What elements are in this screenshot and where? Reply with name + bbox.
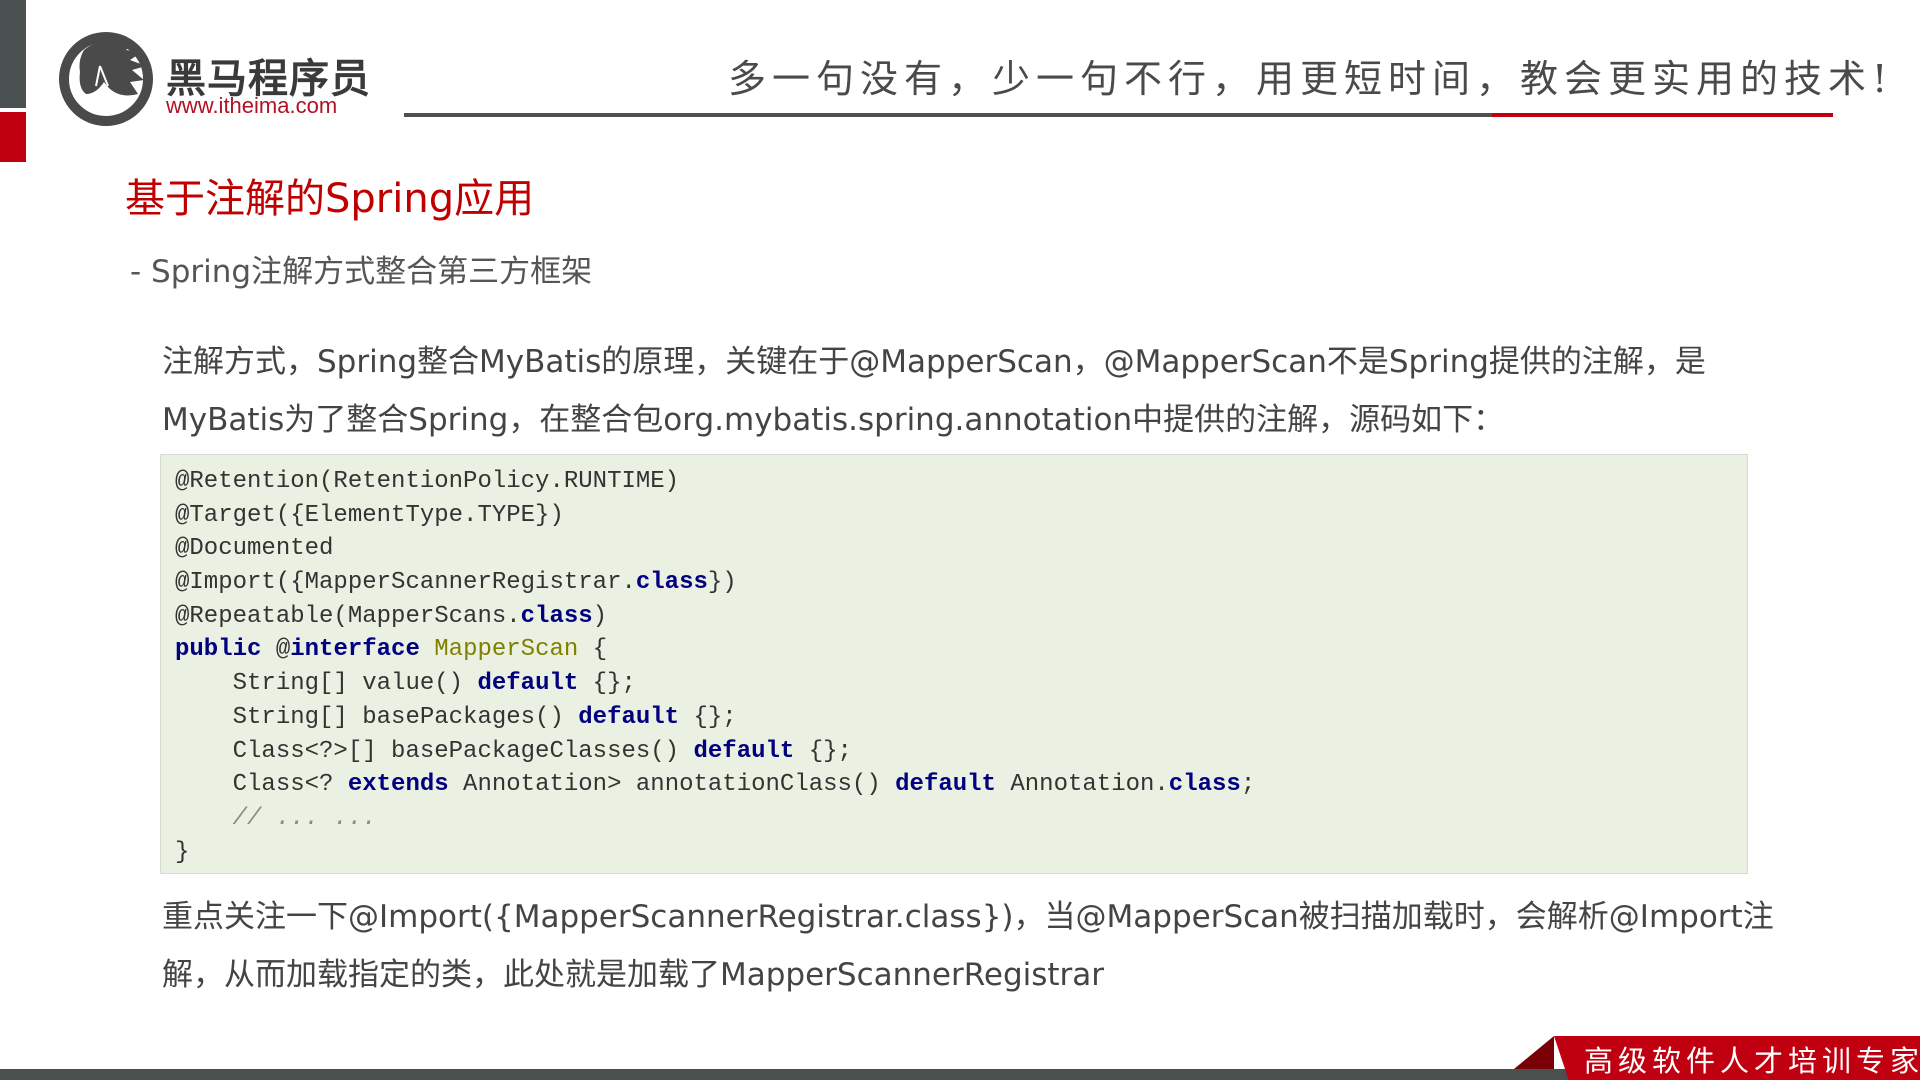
code-keyword: default bbox=[578, 703, 680, 731]
code-text: @Documented bbox=[175, 535, 334, 563]
code-text: @ bbox=[261, 636, 291, 664]
code-line: Class<?>[] basePackageClasses() default … bbox=[175, 735, 1747, 769]
code-keyword: class bbox=[635, 569, 708, 597]
code-line: @Documented bbox=[175, 532, 1747, 566]
explanation-line: 解，从而加载指定的类，此处就是加载了MapperScannerRegistrar bbox=[162, 957, 1105, 993]
code-text: Annotation. bbox=[995, 771, 1169, 799]
code-text: @Target({ElementType.TYPE}) bbox=[175, 501, 564, 529]
code-text: @Retention(RetentionPolicy.RUNTIME) bbox=[175, 468, 680, 495]
code-text: @Import({MapperScannerRegistrar. bbox=[175, 569, 636, 597]
code-text: Class<? bbox=[175, 771, 348, 799]
code-text: {}; bbox=[578, 670, 636, 698]
slide-subtitle: - Spring注解方式整合第三方框架 bbox=[130, 254, 593, 290]
side-accent-grey bbox=[0, 0, 26, 108]
code-text: {}; bbox=[794, 737, 852, 765]
code-text: String[] value() bbox=[175, 670, 478, 698]
code-line: Class<? extends Annotation> annotationCl… bbox=[175, 768, 1747, 802]
code-text: ) bbox=[592, 602, 608, 630]
code-text: } bbox=[175, 838, 190, 866]
code-line: @Import({MapperScannerRegistrar.class}) bbox=[175, 566, 1747, 600]
code-keyword: extends bbox=[347, 771, 449, 799]
code-text: String[] basePackages() bbox=[175, 703, 579, 731]
code-text: ; bbox=[1240, 771, 1256, 799]
header-divider-grey bbox=[404, 113, 1494, 117]
brand-url: www.itheima.com bbox=[166, 93, 338, 118]
code-class-name: MapperScan bbox=[434, 636, 579, 664]
intro-line: MyBatis为了整合Spring，在整合包org.mybatis.spring… bbox=[162, 402, 1505, 438]
footer-ribbon-fold bbox=[1514, 1036, 1554, 1069]
code-keyword: default bbox=[895, 771, 996, 799]
code-text: Class<?>[] basePackageClasses() bbox=[175, 737, 694, 765]
footer-tagline: 高级软件人才培训专家 bbox=[1584, 1044, 1920, 1078]
explanation-paragraph: 重点关注一下@Import({MapperScannerRegistrar.cl… bbox=[162, 888, 1802, 1004]
code-line: @Target({ElementType.TYPE}) bbox=[175, 499, 1747, 533]
code-block: @Retention(RetentionPolicy.RUNTIME) @Targ… bbox=[160, 454, 1748, 874]
code-keyword: class bbox=[520, 602, 593, 630]
code-text: {}; bbox=[679, 703, 737, 731]
code-line: public @interface MapperScan { bbox=[175, 633, 1747, 667]
code-keyword: default bbox=[477, 670, 579, 698]
header-slogan: 多一句没有，少一句不行，用更短时间，教会更实用的技术! bbox=[728, 57, 1894, 101]
code-text: Annotation> annotationClass() bbox=[448, 771, 896, 799]
code-keyword: default bbox=[693, 737, 795, 765]
horse-logo-icon bbox=[59, 32, 153, 126]
side-accent-red bbox=[0, 112, 26, 162]
code-comment: // ... ... bbox=[175, 804, 377, 832]
code-text: @Repeatable(MapperScans. bbox=[175, 602, 521, 630]
code-line: } bbox=[175, 836, 1747, 870]
explanation-line: 重点关注一下@Import({MapperScannerRegistrar.cl… bbox=[162, 899, 1774, 935]
slide-title: 基于注解的Spring应用 bbox=[125, 176, 535, 222]
code-line: // ... ... bbox=[175, 802, 1747, 836]
code-text: { bbox=[578, 636, 608, 664]
header-divider-red bbox=[1492, 113, 1833, 117]
code-text: }) bbox=[707, 569, 737, 597]
code-line: String[] value() default {}; bbox=[175, 667, 1747, 701]
intro-paragraph: 注解方式，Spring整合MyBatis的原理，关键在于@MapperScan，… bbox=[162, 333, 1802, 449]
code-line: @Retention(RetentionPolicy.RUNTIME) bbox=[175, 465, 1747, 499]
code-keyword: class bbox=[1168, 771, 1241, 799]
intro-line: 注解方式，Spring整合MyBatis的原理，关键在于@MapperScan，… bbox=[162, 344, 1706, 380]
code-keyword: public bbox=[175, 636, 262, 664]
code-line: @Repeatable(MapperScans.class) bbox=[175, 600, 1747, 634]
code-keyword: interface bbox=[290, 636, 420, 664]
code-line: String[] basePackages() default {}; bbox=[175, 701, 1747, 735]
